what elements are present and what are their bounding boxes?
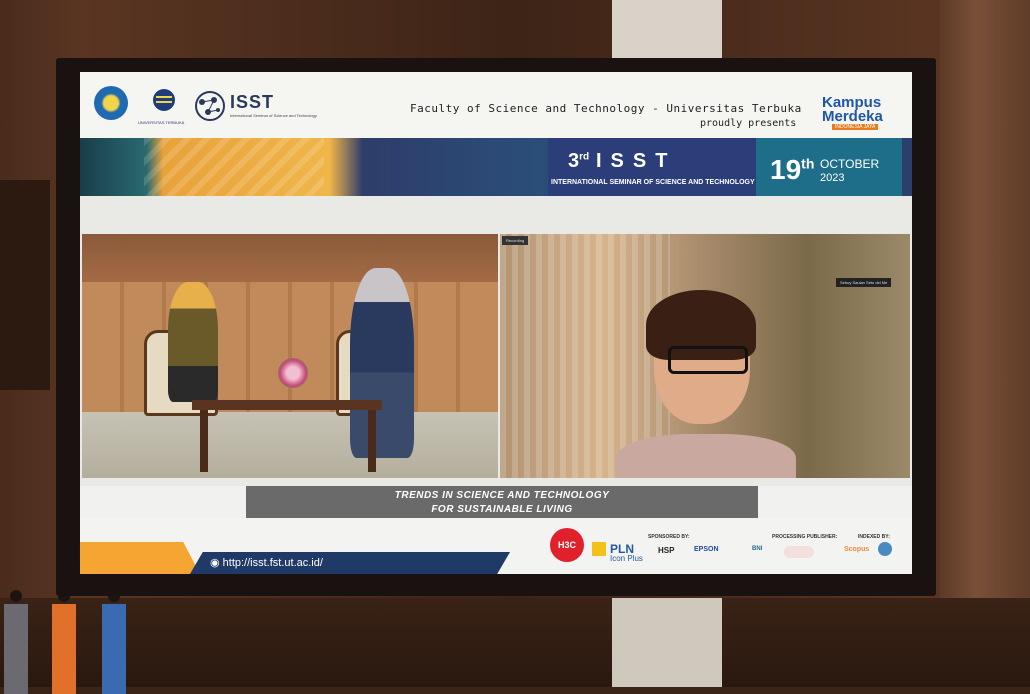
isst-logo-text: ISST bbox=[230, 92, 275, 112]
projection-screen: UNIVERSITAS TERBUKA ISST International S… bbox=[80, 72, 912, 574]
epson-logo: EPSON bbox=[694, 546, 719, 553]
flag bbox=[2, 590, 30, 694]
pln-logo-icon bbox=[592, 542, 606, 556]
indexed-by-label: INDEXED BY: bbox=[858, 534, 890, 540]
faculty-line: Faculty of Science and Technology - Univ… bbox=[410, 102, 802, 115]
bottom-wall bbox=[0, 598, 1030, 687]
stage-video-feed bbox=[82, 234, 498, 478]
ordinal: 3rd bbox=[568, 150, 590, 172]
glasses bbox=[668, 346, 748, 374]
scopus-logo: Scopus bbox=[844, 546, 870, 553]
table-leg bbox=[368, 410, 376, 472]
indexer-logo-icon bbox=[878, 542, 892, 556]
icon-plus-logo: Icon Plus bbox=[610, 554, 643, 563]
website-url: ◉ http://isst.fst.ut.ac.id/ bbox=[210, 557, 323, 569]
moderator bbox=[168, 282, 218, 402]
event-month: OCTOBER bbox=[820, 157, 880, 171]
event-acronym: ISST bbox=[596, 150, 677, 172]
isst-logo-subtext: International Seminar of Science and Tec… bbox=[230, 113, 317, 118]
wall-panel bbox=[0, 180, 50, 390]
event-full-name: INTERNATIONAL SEMINAR OF SCIENCE AND TEC… bbox=[551, 179, 755, 186]
hsp-logo: HSP bbox=[658, 546, 675, 555]
kampus-merdeka-sub: INDONESIA JAYA bbox=[832, 124, 879, 130]
remote-speaker-shirt bbox=[616, 434, 796, 478]
sponsored-by-label: SPONSORED BY: bbox=[648, 534, 690, 540]
caption-line-2: FOR SUSTAINABLE LIVING bbox=[431, 504, 573, 515]
publisher-logo bbox=[784, 546, 814, 558]
banner-pattern bbox=[144, 138, 324, 196]
footer-orange-bar bbox=[80, 542, 200, 574]
coffee-table bbox=[192, 400, 382, 410]
bni-logo: BNI bbox=[752, 546, 763, 552]
stage-floor bbox=[82, 412, 498, 478]
kampus-merdeka-logo: Kampus Merdeka bbox=[822, 94, 883, 125]
event-day: 19th bbox=[770, 154, 815, 185]
ut-caption: UNIVERSITAS TERBUKA bbox=[138, 120, 185, 125]
globe-icon: ◉ bbox=[210, 557, 223, 569]
session-caption: TRENDS IN SCIENCE AND TECHNOLOGY FOR SUS… bbox=[246, 486, 758, 518]
video-tag-left: Recording bbox=[502, 236, 529, 245]
h3c-logo: H3C bbox=[550, 528, 584, 562]
flower-bouquet bbox=[278, 358, 308, 388]
presents-line: proudly presents bbox=[700, 118, 797, 129]
participant-name-tag: Sebuy Saulan Setu del Me bbox=[836, 278, 892, 287]
remote-speaker-feed: Recording Sebuy Saulan Setu del Me bbox=[500, 234, 910, 478]
processing-publisher-label: PROCESSING PUBLISHER: bbox=[772, 534, 838, 540]
flag bbox=[100, 590, 128, 694]
table-leg bbox=[200, 410, 208, 472]
isst-molecule-icon bbox=[195, 91, 225, 121]
speaker bbox=[350, 268, 414, 458]
caption-line-1: TRENDS IN SCIENCE AND TECHNOLOGY bbox=[394, 490, 610, 501]
ministry-logo bbox=[94, 86, 128, 120]
flag bbox=[50, 590, 78, 694]
event-year: 2023 bbox=[820, 172, 845, 184]
curtain bbox=[940, 0, 1030, 687]
pillar-bottom bbox=[612, 598, 722, 687]
